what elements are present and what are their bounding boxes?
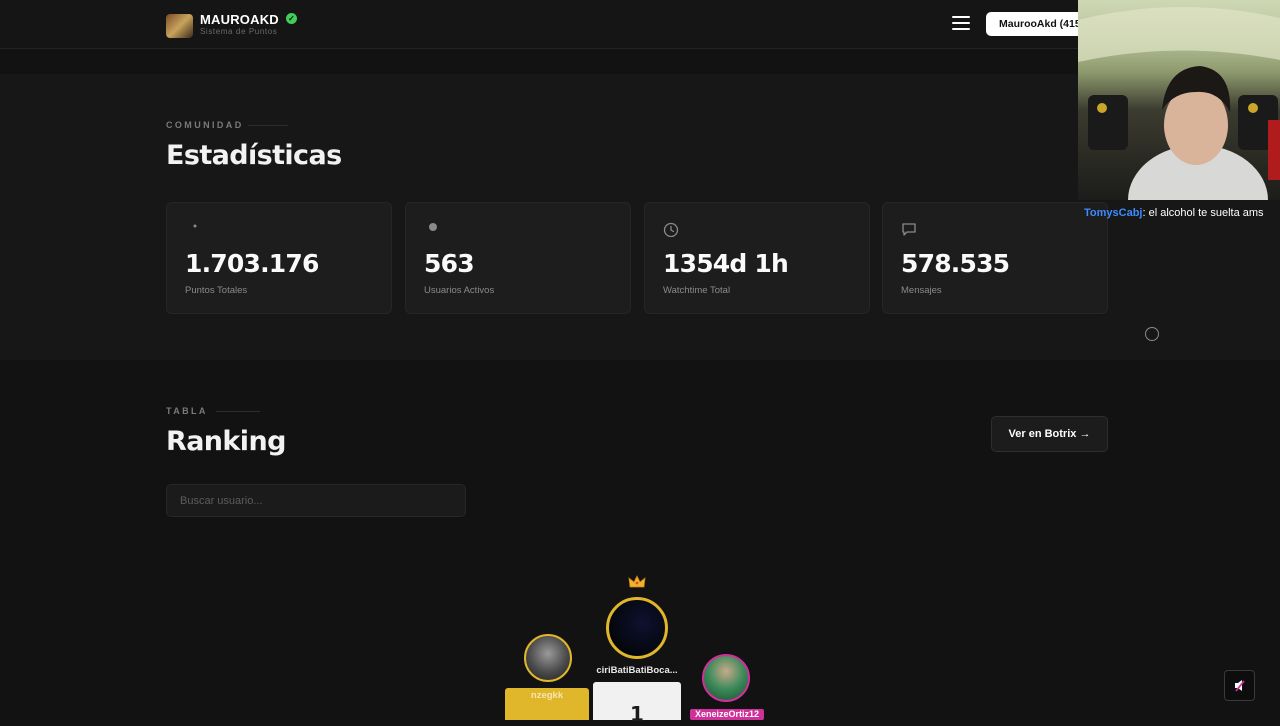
stat-value: 563: [424, 249, 475, 278]
first-place-avatar[interactable]: [606, 597, 668, 659]
brand-logo[interactable]: [166, 14, 193, 38]
webcam-overlay: [1078, 0, 1280, 200]
streamer-webcam-image: [1078, 6, 1280, 200]
eyebrow-divider: [248, 125, 288, 126]
chat-text: : el alcohol te suelta ams: [1142, 207, 1264, 219]
crown-icon: [628, 575, 646, 588]
ranking-eyebrow: TABLA: [166, 406, 208, 416]
stream-chat-message: TomysCabj: el alcohol te suelta ams: [1084, 207, 1264, 219]
circle-icon: [429, 223, 437, 231]
speaker-muted-icon: [1235, 680, 1245, 692]
stat-card-messages: 578.535 Mensajes: [882, 202, 1108, 314]
first-place-pedestal: 1: [593, 682, 681, 726]
chat-username: TomysCabj: [1084, 207, 1143, 219]
stat-label: Usuarios Activos: [424, 285, 495, 296]
brand-subtitle: Sistema de Puntos: [200, 27, 278, 36]
second-place-name[interactable]: nzegkk: [505, 690, 589, 701]
stats-eyebrow: COMUNIDAD: [166, 120, 244, 130]
chat-icon: [902, 223, 916, 236]
stats-title: Estadísticas: [166, 140, 342, 171]
second-place-avatar[interactable]: [524, 634, 572, 682]
clock-icon: [663, 222, 679, 237]
first-place-name[interactable]: ciriBatiBatiBoca...: [588, 665, 686, 676]
third-place-name[interactable]: XeneizeOrtiz12: [690, 709, 764, 720]
eyebrow-divider: [216, 411, 260, 412]
search-user-input[interactable]: [166, 484, 466, 517]
ranking-title: Ranking: [166, 426, 286, 457]
brand-name[interactable]: MAUROAKD: [200, 12, 279, 27]
verified-check-icon: ✓: [286, 13, 297, 24]
view-on-botrix-button[interactable]: Ver en Botrix →: [991, 416, 1108, 452]
stat-label: Watchtime Total: [663, 285, 731, 296]
loading-spinner-icon: [1145, 327, 1159, 341]
stat-card-points: 1.703.176 Puntos Totales: [166, 202, 392, 314]
stat-card-users: 563 Usuarios Activos: [405, 202, 631, 314]
stat-value: 578.535: [901, 249, 1010, 278]
hamburger-menu-icon[interactable]: [952, 16, 970, 30]
first-place-rank: 1: [630, 702, 644, 726]
dot-icon: [193, 224, 197, 228]
stat-value: 1354d 1h: [663, 249, 789, 278]
stat-label: Puntos Totales: [185, 285, 248, 296]
stat-label: Mensajes: [901, 285, 942, 296]
stat-card-watchtime: 1354d 1h Watchtime Total: [644, 202, 870, 314]
stat-value: 1.703.176: [185, 249, 319, 278]
third-place-avatar[interactable]: [702, 654, 750, 702]
mute-toggle-button[interactable]: [1224, 670, 1255, 701]
